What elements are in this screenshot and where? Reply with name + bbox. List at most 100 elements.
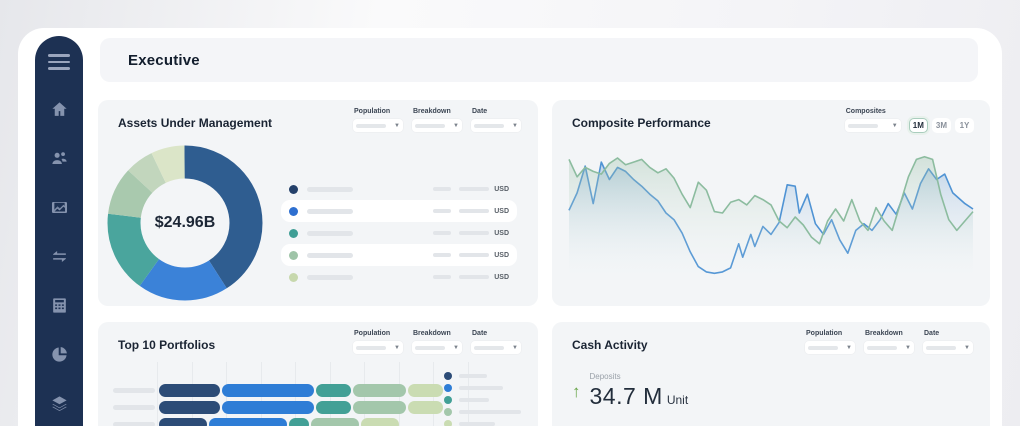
legend-dot [289, 273, 298, 282]
currency-label: USD [494, 186, 509, 193]
filter-label: Breakdown [411, 330, 463, 337]
bar-segment-2 [316, 401, 351, 414]
currency-label: USD [494, 208, 509, 215]
bar-segment-3 [353, 401, 406, 414]
bar-segment-0 [159, 384, 220, 397]
deposits-value: 34.7 M [590, 383, 663, 410]
composite-performance-chart [566, 145, 976, 297]
date-select[interactable]: ▼ [922, 340, 974, 355]
chevron-down-icon: ▼ [512, 123, 518, 129]
legend-value-placeholder [459, 187, 489, 191]
filter-date: Date ▼ [470, 108, 522, 133]
card-assets-under-management: Assets Under Management Population▼Break… [98, 100, 538, 306]
chevron-down-icon: ▼ [453, 345, 459, 351]
filter-label: Breakdown [863, 330, 915, 337]
bar-segment-4 [408, 384, 443, 397]
users-icon [50, 149, 69, 173]
bar-segment-1 [222, 384, 314, 397]
card-composite-performance: Composite Performance Composites ▼ 1M 3M… [552, 100, 990, 306]
legend-value-placeholder [433, 187, 451, 191]
bar-segment-2 [316, 384, 351, 397]
aum-legend-row: USD [281, 244, 517, 266]
filter-label: Breakdown [411, 108, 463, 115]
aum-total-value: $24.96B [107, 145, 263, 301]
calculator-icon [50, 296, 69, 320]
menu-icon[interactable] [48, 54, 70, 70]
breakdown-select[interactable]: ▼ [411, 340, 463, 355]
range-1m-button[interactable]: 1M [909, 118, 928, 133]
filters: Population ▼ Breakdown ▼ Date ▼ [804, 330, 974, 355]
top10-row [113, 401, 443, 414]
sidebar-item-transfers[interactable] [47, 247, 71, 271]
legend-value-placeholder [433, 253, 451, 257]
aum-legend-row: USD [281, 266, 517, 288]
deposits-label: Deposits [590, 372, 689, 381]
card-title: Assets Under Management [118, 116, 272, 130]
filter-label: Composites [844, 108, 902, 115]
bar-segment-1 [209, 418, 287, 426]
chevron-down-icon: ▼ [892, 123, 898, 129]
select-placeholder [415, 346, 445, 350]
transfer-arrows-icon [50, 247, 69, 271]
sidebar-item-analytics[interactable] [47, 345, 71, 369]
filter-label: Population [352, 330, 404, 337]
population-select[interactable]: ▼ [352, 118, 404, 133]
layers-icon [50, 394, 69, 418]
filter-label: Population [352, 108, 404, 115]
legend-value-placeholder [459, 209, 489, 213]
card-cash-activity: Cash Activity Population ▼ Breakdown ▼ Date ▼… [552, 322, 990, 426]
currency-label: USD [494, 230, 509, 237]
page-header: Executive [100, 38, 978, 82]
filter-label: Date [922, 330, 974, 337]
population-select[interactable]: ▼ [804, 340, 856, 355]
composites-select[interactable]: ▼ [844, 118, 902, 133]
card-title: Cash Activity [572, 338, 648, 352]
chevron-down-icon: ▼ [394, 123, 400, 129]
top10-legend-item [444, 406, 521, 418]
chevron-down-icon: ▼ [905, 345, 911, 351]
breakdown-select[interactable]: ▼ [411, 118, 463, 133]
range-1y-button[interactable]: 1Y [955, 118, 974, 133]
filter-breakdown: Breakdown ▼ [411, 108, 463, 133]
sidebar-item-home[interactable] [47, 100, 71, 124]
card-title: Composite Performance [572, 116, 711, 130]
bar-segment-3 [311, 418, 359, 426]
select-placeholder [808, 346, 838, 350]
sidebar-item-calculator[interactable] [47, 296, 71, 320]
arrow-up-icon: ↑ [572, 382, 581, 410]
aum-legend-row: USD [281, 178, 517, 200]
filter-breakdown: Breakdown ▼ [411, 330, 463, 355]
select-placeholder [474, 346, 504, 350]
chevron-down-icon: ▼ [846, 345, 852, 351]
page-title: Executive [128, 52, 200, 69]
sidebar-item-clients[interactable] [47, 149, 71, 173]
legend-value-placeholder [433, 231, 451, 235]
filter-label: Population [804, 330, 856, 337]
pie-chart-icon [50, 345, 69, 369]
legend-dot [444, 372, 452, 380]
sidebar-item-layers[interactable] [47, 394, 71, 418]
aum-donut-chart: $24.96B [107, 145, 263, 301]
legend-value-placeholder [459, 275, 489, 279]
legend-label-placeholder [307, 253, 353, 258]
sidebar-item-portfolio[interactable] [47, 198, 71, 222]
filter-date: Date ▼ [922, 330, 974, 355]
card-title: Top 10 Portfolios [118, 338, 215, 352]
legend-dot [444, 384, 452, 392]
select-placeholder [356, 346, 386, 350]
date-select[interactable]: ▼ [470, 118, 522, 133]
legend-label-placeholder [307, 275, 353, 280]
filter-date: Date▼ [470, 330, 522, 355]
range-3m-button[interactable]: 3M [932, 118, 951, 133]
home-icon [50, 100, 69, 124]
filters: Population ▼ Breakdown ▼ Date ▼ [352, 108, 522, 133]
app-window: Executive Assets Under Management Popula… [18, 28, 1002, 426]
population-select[interactable]: ▼ [352, 340, 404, 355]
legend-label-placeholder [459, 410, 521, 414]
chevron-down-icon: ▼ [512, 345, 518, 351]
breakdown-select[interactable]: ▼ [863, 340, 915, 355]
filter-label: Date [470, 108, 522, 115]
sidebar [35, 36, 83, 426]
date-select[interactable]: ▼ [470, 340, 522, 355]
chevron-down-icon: ▼ [394, 345, 400, 351]
